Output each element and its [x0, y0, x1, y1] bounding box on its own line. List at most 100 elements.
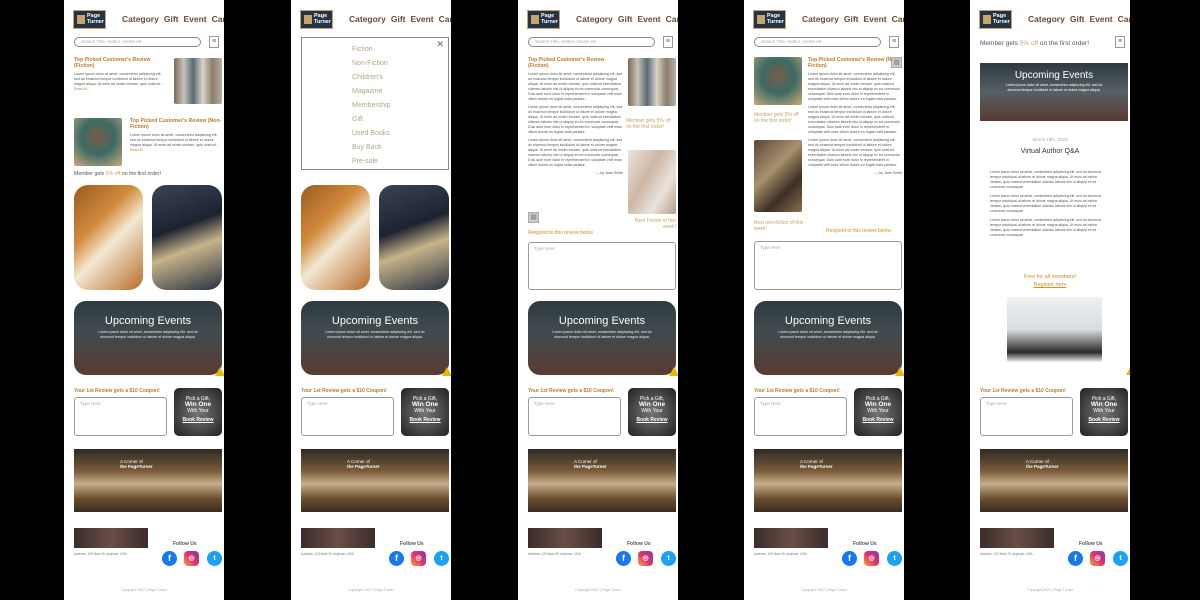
copyright: Copyright 2022 | Page Turner: [348, 588, 394, 592]
read-more-link[interactable]: Read M...: [74, 87, 90, 91]
nav-event[interactable]: Event: [1089, 14, 1112, 24]
nav-cart[interactable]: Cart: [212, 14, 224, 24]
nav-category[interactable]: Category: [576, 14, 613, 24]
upcoming-events-banner[interactable]: Upcoming Events Lorem ipsum dolor sit am…: [528, 301, 676, 375]
fiction-review-card[interactable]: Top Picked Customer's Review (Fiction) L…: [74, 57, 168, 92]
upcoming-events-banner[interactable]: Upcoming Events Lorem ipsum dolor sit am…: [74, 301, 222, 375]
open-book-image[interactable]: [301, 185, 370, 290]
book-review-link[interactable]: Book Review: [628, 417, 676, 423]
instagram-icon[interactable]: ◎: [1090, 551, 1105, 566]
menu-item-used-books[interactable]: Used Books: [352, 127, 448, 141]
instagram-icon[interactable]: ◎: [864, 551, 879, 566]
nav-gift[interactable]: Gift: [618, 14, 633, 24]
category-dropdown: ✕ Fiction Non-Fiction Children's Magazin…: [301, 37, 449, 170]
hamburger-icon[interactable]: ≡: [889, 36, 899, 48]
nav-event[interactable]: Event: [183, 14, 206, 24]
book-logo-icon: [757, 15, 765, 24]
logo[interactable]: Page Turner: [73, 10, 106, 29]
nav-cart[interactable]: Cart: [1118, 14, 1130, 24]
menu-item-magazine[interactable]: Magazine: [352, 85, 448, 99]
logo[interactable]: Page Turner: [300, 10, 333, 29]
facebook-icon[interactable]: f: [842, 551, 857, 566]
facebook-icon[interactable]: f: [389, 551, 404, 566]
hamburger-icon[interactable]: ≡: [663, 36, 673, 48]
register-link[interactable]: Register here: [970, 281, 1130, 289]
nonfiction-reader-image: [754, 57, 802, 105]
upcoming-events-banner[interactable]: Upcoming Events Lorem ipsum dolor sit am…: [754, 301, 902, 375]
book-review-link[interactable]: Book Review: [401, 417, 449, 423]
nav-cart[interactable]: Cart: [439, 14, 451, 24]
book-review-link[interactable]: Book Review: [174, 417, 222, 423]
menu-item-fiction[interactable]: Fiction: [352, 43, 448, 57]
nav-gift[interactable]: Gift: [1070, 14, 1085, 24]
menu-item-buy-back[interactable]: Buy Back: [352, 141, 448, 155]
twitter-icon[interactable]: t: [207, 551, 222, 566]
instagram-icon[interactable]: ◎: [638, 551, 653, 566]
book-review-promo[interactable]: Pick a Gift, Win One With Your Book Review: [401, 388, 449, 436]
instagram-icon[interactable]: ◎: [411, 551, 426, 566]
twitter-icon[interactable]: t: [661, 551, 676, 566]
footer-store-image: [754, 528, 828, 548]
nav-event[interactable]: Event: [637, 14, 660, 24]
close-icon[interactable]: ✕: [436, 39, 444, 50]
upcoming-events-banner[interactable]: Upcoming Events Lorem ipsum dolor sit am…: [301, 301, 449, 375]
nav-category[interactable]: Category: [122, 14, 159, 24]
menu-item-childrens[interactable]: Children's: [352, 71, 448, 85]
review-textarea[interactable]: Type Here: [301, 397, 394, 436]
read-more-link[interactable]: Read M...: [130, 148, 146, 152]
facebook-icon[interactable]: f: [616, 551, 631, 566]
footer-address: Address: 123 Main St, Anytown, USA: [301, 552, 354, 556]
search-input[interactable]: Search Title, Author, Genre etc: [754, 37, 881, 47]
nav-cart[interactable]: Cart: [892, 14, 904, 24]
review-textarea[interactable]: Type Here: [74, 397, 167, 436]
hamburger-icon[interactable]: ≡: [1115, 36, 1125, 48]
logo[interactable]: Page Turner: [527, 10, 560, 29]
twitter-icon[interactable]: t: [434, 551, 449, 566]
open-book-image[interactable]: [74, 185, 143, 290]
review-textarea[interactable]: Type Here: [754, 397, 847, 436]
facebook-icon[interactable]: f: [162, 551, 177, 566]
response-textarea[interactable]: Type Here: [754, 241, 902, 290]
logo[interactable]: Page Turner: [753, 10, 786, 29]
facebook-icon[interactable]: f: [1068, 551, 1083, 566]
nav-gift[interactable]: Gift: [844, 14, 859, 24]
book-covers-image[interactable]: [152, 185, 222, 290]
review-textarea[interactable]: Type Here: [980, 397, 1073, 436]
nav-category[interactable]: Category: [1028, 14, 1065, 24]
warning-icon[interactable]: [1126, 366, 1130, 375]
warning-icon[interactable]: [669, 367, 678, 376]
warning-icon[interactable]: [442, 367, 451, 376]
instagram-icon[interactable]: ◎: [184, 551, 199, 566]
twitter-icon[interactable]: t: [887, 551, 902, 566]
book-review-promo[interactable]: Pick a Gift, Win One With Your Book Review: [1080, 388, 1128, 436]
book-review-link[interactable]: Book Review: [854, 417, 902, 423]
nav-cart[interactable]: Cart: [666, 14, 678, 24]
menu-item-pre-sale[interactable]: Pre-sale: [352, 155, 448, 169]
book-review-link[interactable]: Book Review: [1080, 417, 1128, 423]
search-input[interactable]: Search Title, Author, Genre etc: [74, 37, 201, 47]
book-covers-image[interactable]: [379, 185, 449, 290]
nav-event[interactable]: Event: [410, 14, 433, 24]
nav-event[interactable]: Event: [863, 14, 886, 24]
nav-category[interactable]: Category: [349, 14, 386, 24]
warning-icon[interactable]: [895, 367, 904, 376]
response-textarea[interactable]: Type Here: [528, 242, 676, 290]
nonfiction-review-card[interactable]: Top Picked Customer's Review (Non-Fictio…: [130, 118, 222, 153]
first-review-headline: Your 1st Review gets a $10 Coupon!: [74, 388, 160, 394]
search-input[interactable]: Search Title, Author, Genre etc: [528, 37, 655, 47]
menu-item-membership[interactable]: Membership: [352, 99, 448, 113]
review-textarea[interactable]: Type Here: [528, 397, 621, 436]
logo[interactable]: Page Turner: [979, 10, 1012, 29]
nav-category[interactable]: Category: [802, 14, 839, 24]
nav-gift[interactable]: Gift: [391, 14, 406, 24]
hamburger-icon[interactable]: ≡: [209, 36, 219, 48]
book-review-promo[interactable]: Pick a Gift, Win One With Your Book Review: [174, 388, 222, 436]
menu-item-nonfiction[interactable]: Non-Fiction: [352, 57, 448, 71]
twitter-icon[interactable]: t: [1113, 551, 1128, 566]
menu-item-gift[interactable]: Gift: [352, 113, 448, 127]
book-review-promo[interactable]: Pick a Gift, Win One With Your Book Review: [628, 388, 676, 436]
warning-icon[interactable]: [215, 367, 224, 376]
main-nav: Category Gift Event Cart: [349, 14, 451, 24]
book-review-promo[interactable]: Pick a Gift, Win One With Your Book Review: [854, 388, 902, 436]
nav-gift[interactable]: Gift: [164, 14, 179, 24]
